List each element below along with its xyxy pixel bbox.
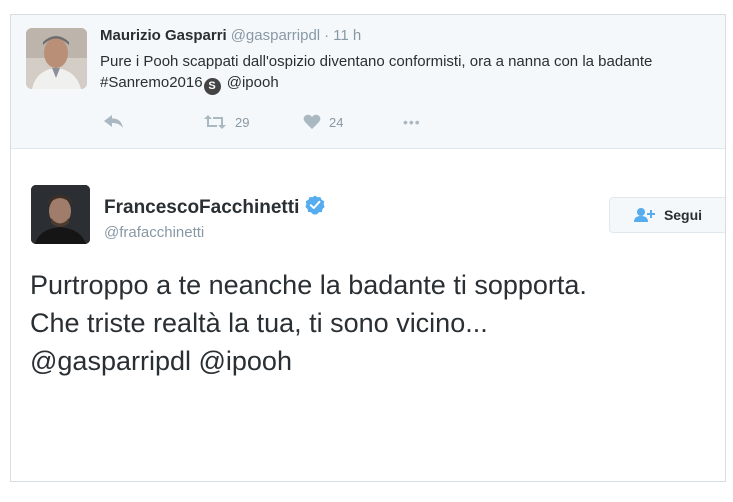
parent-author-name[interactable]: Maurizio Gasparri [100, 27, 227, 44]
tweet-line-mentions[interactable]: @gasparripdl @ipooh [30, 342, 720, 380]
parent-author-handle[interactable]: @gasparripdl [231, 27, 320, 44]
follow-button[interactable]: Segui [609, 197, 725, 233]
retweet-button[interactable]: 29 [203, 114, 303, 130]
parent-header: Maurizio Gasparri @gasparripdl · 11 h [100, 27, 361, 44]
main-author-handle[interactable]: @frafacchinetti [104, 224, 204, 241]
tweet-line: Che triste realtà la tua, ti sono vicino… [30, 308, 488, 338]
sanremo-hashflag-icon: S [203, 78, 221, 95]
tweet-line: Purtroppo a te neanche la badante ti sop… [30, 270, 587, 300]
parent-text-mention: @ipooh [222, 74, 279, 91]
parent-text-main: Pure i Pooh scappati dall'ospizio divent… [100, 53, 653, 91]
main-author-name[interactable]: FrancescoFacchinetti [104, 197, 299, 219]
heart-icon [303, 114, 321, 129]
tweet-card: Maurizio Gasparri @gasparripdl · 11 h Pure … [10, 14, 726, 482]
main-avatar[interactable] [31, 185, 90, 244]
header-separator: · [324, 27, 330, 44]
follow-button-label: Segui [663, 207, 703, 223]
retweet-icon [204, 115, 226, 129]
parent-tweet-text: Pure i Pooh scappati dall'ospizio divent… [100, 51, 710, 95]
like-button[interactable]: 24 [303, 114, 403, 130]
main-tweet-text: Purtroppo a te neanche la badante ti sop… [30, 266, 720, 380]
main-author: FrancescoFacchinetti [104, 195, 325, 221]
reply-icon [104, 115, 123, 128]
verified-badge-icon [305, 195, 325, 221]
parent-timestamp[interactable]: 11 h [333, 27, 361, 44]
more-icon: ••• [403, 114, 421, 130]
parent-avatar[interactable] [26, 28, 87, 89]
retweet-count: 29 [235, 114, 250, 130]
reply-button[interactable] [103, 114, 203, 130]
parent-actions: 29 24 ••• [103, 112, 421, 132]
parent-tweet: Maurizio Gasparri @gasparripdl · 11 h Pure … [11, 15, 725, 149]
like-count: 24 [329, 114, 344, 130]
add-user-icon [633, 208, 655, 222]
more-options-button[interactable]: ••• [403, 114, 421, 130]
